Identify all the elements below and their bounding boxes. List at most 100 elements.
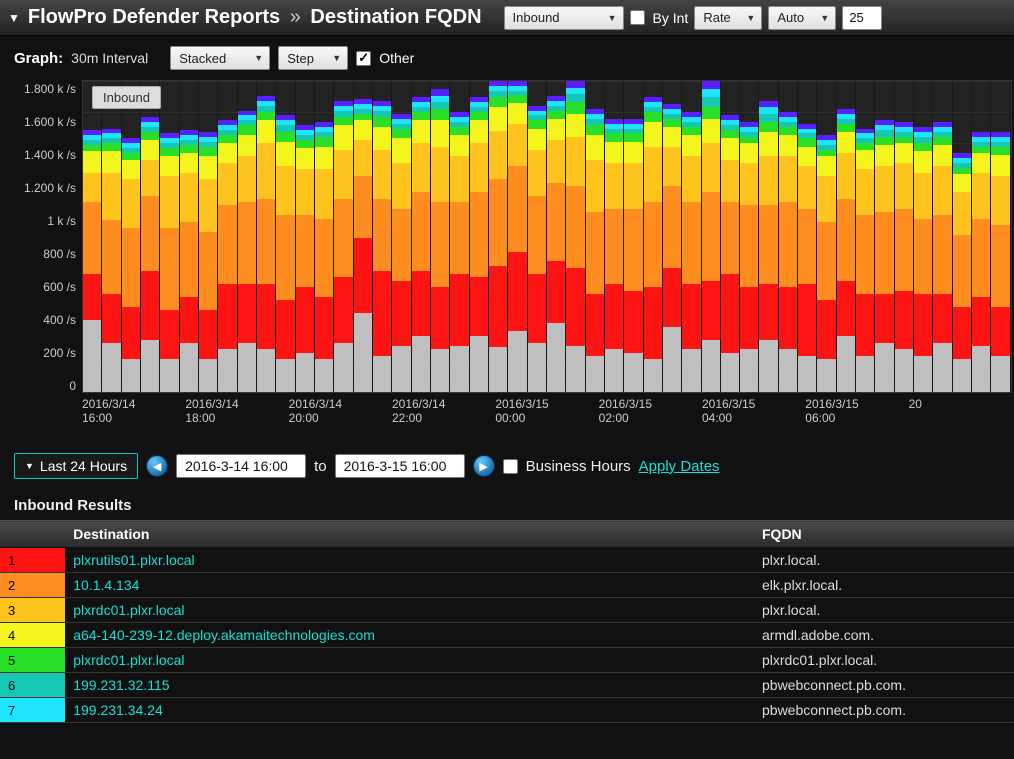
stack-mode-select[interactable]: Stacked: [170, 46, 270, 70]
rank-cell: 7: [0, 698, 23, 723]
bar-segment: [199, 156, 217, 179]
bar-segment: [83, 202, 101, 274]
col-rank[interactable]: [0, 521, 23, 548]
table-row[interactable]: 6199.231.32.115pbwebconnect.pb.com.: [0, 673, 1014, 698]
bar-segment: [431, 287, 449, 349]
bar-segment: [257, 199, 275, 284]
bar-segment: [856, 150, 874, 170]
destination-link[interactable]: 10.1.4.134: [73, 577, 139, 593]
bar-segment: [721, 138, 739, 159]
next-range-button[interactable]: ▶: [473, 455, 495, 477]
bar-segment: [644, 359, 662, 392]
bar-segment: [296, 148, 314, 169]
rate-mode-select[interactable]: Rate: [694, 6, 762, 30]
by-int-checkbox[interactable]: [630, 10, 645, 25]
bar-segment: [199, 232, 217, 311]
collapse-icon[interactable]: ▼: [8, 11, 20, 25]
prev-range-button[interactable]: ◀: [146, 455, 168, 477]
bar-column: [315, 81, 334, 392]
bar-segment: [276, 359, 294, 392]
col-swatch[interactable]: [23, 521, 65, 548]
bar-column: [933, 81, 952, 392]
bar-segment: [953, 307, 971, 359]
bar-segment: [489, 347, 507, 392]
units-select[interactable]: Auto: [768, 6, 836, 30]
table-row[interactable]: 1plxrutils01.plxr.localplxr.local.: [0, 548, 1014, 573]
chart-legend[interactable]: Inbound: [92, 86, 161, 109]
table-row[interactable]: 4 a64-140-239-12.deploy.akamaitechnologie…: [0, 623, 1014, 648]
breadcrumb-sep: »: [290, 6, 301, 28]
bar-segment: [895, 291, 913, 350]
bar-segment: [238, 202, 256, 284]
table-row[interactable]: 3plxrdc01.plxr.localplxr.local.: [0, 598, 1014, 623]
bar-segment: [450, 202, 468, 274]
destination-link[interactable]: 199.231.32.115: [73, 677, 169, 693]
plot-area[interactable]: [82, 80, 1012, 393]
bar-segment: [373, 150, 391, 199]
destination-link[interactable]: plxrdc01.plxr.local: [73, 602, 184, 618]
col-fqdn[interactable]: FQDN: [754, 521, 1014, 548]
destination-link[interactable]: plxrutils01.plxr.local: [73, 552, 194, 568]
bar-segment: [837, 199, 855, 281]
bar-column: [817, 81, 836, 392]
destination-cell: 10.1.4.134: [65, 573, 754, 598]
bar-segment: [296, 287, 314, 352]
step-mode-select[interactable]: Step: [278, 46, 348, 70]
bar-segment: [83, 151, 101, 172]
bar-segment: [953, 192, 971, 235]
bar-segment: [624, 133, 642, 141]
bar-segment: [508, 252, 526, 332]
bar-segment: [702, 97, 720, 107]
destination-link[interactable]: a64-140-239-12.deploy.akamaitechnologies…: [73, 627, 375, 643]
bar-segment: [586, 160, 604, 212]
bar-segment: [991, 147, 1009, 155]
bar-segment: [837, 153, 855, 199]
bar-segment: [412, 112, 430, 120]
bar-column: [450, 81, 469, 392]
table-row[interactable]: 210.1.4.134elk.plxr.local.: [0, 573, 1014, 598]
bar-segment: [276, 300, 294, 359]
bar-segment: [817, 156, 835, 176]
bar-column: [392, 81, 411, 392]
bar-segment: [914, 173, 932, 219]
bar-segment: [141, 340, 159, 392]
bar-segment: [798, 147, 816, 167]
bar-column: [238, 81, 257, 392]
table-row[interactable]: 7 199.231.34.24 pbwebconnect.pb.com.: [0, 698, 1014, 723]
bar-segment: [663, 327, 681, 392]
bar-segment: [991, 176, 1009, 225]
bar-segment: [837, 124, 855, 132]
col-destination[interactable]: Destination: [65, 521, 754, 548]
business-hours-checkbox[interactable]: [503, 459, 518, 474]
table-row[interactable]: 5plxrdc01.plxr.localplxrdc01.plxr.local.: [0, 648, 1014, 673]
other-checkbox[interactable]: [356, 51, 371, 66]
from-date-input[interactable]: 2016-3-14 16:00: [176, 454, 306, 478]
range-preset-button[interactable]: ▼ Last 24 Hours: [14, 453, 138, 479]
rank-cell: 4: [0, 623, 23, 648]
to-date-input[interactable]: 2016-3-15 16:00: [335, 454, 465, 478]
stacked-bars: [83, 81, 1011, 392]
range-preset-label: Last 24 Hours: [40, 458, 127, 474]
bar-segment: [933, 215, 951, 294]
bar-segment: [933, 166, 951, 215]
topn-input[interactable]: 25: [842, 6, 882, 30]
bar-segment: [644, 122, 662, 147]
bar-segment: [624, 142, 642, 163]
bar-segment: [528, 274, 546, 343]
bar-segment: [412, 336, 430, 392]
direction-select[interactable]: Inbound: [504, 6, 624, 30]
swatch-cell: [23, 573, 65, 598]
bar-segment: [122, 228, 140, 307]
bar-segment: [875, 294, 893, 343]
bar-segment: [875, 212, 893, 294]
rank-cell: 6: [0, 673, 23, 698]
bar-segment: [605, 209, 623, 284]
destination-link[interactable]: 199.231.34.24: [73, 702, 163, 718]
apply-dates-link[interactable]: Apply Dates: [639, 458, 720, 475]
bar-segment: [354, 140, 372, 176]
destination-link[interactable]: plxrdc01.plxr.local: [73, 652, 184, 668]
fqdn-cell: pbwebconnect.pb.com.: [754, 698, 1014, 723]
bar-segment: [257, 284, 275, 349]
bar-segment: [644, 147, 662, 203]
bar-segment: [759, 205, 777, 284]
